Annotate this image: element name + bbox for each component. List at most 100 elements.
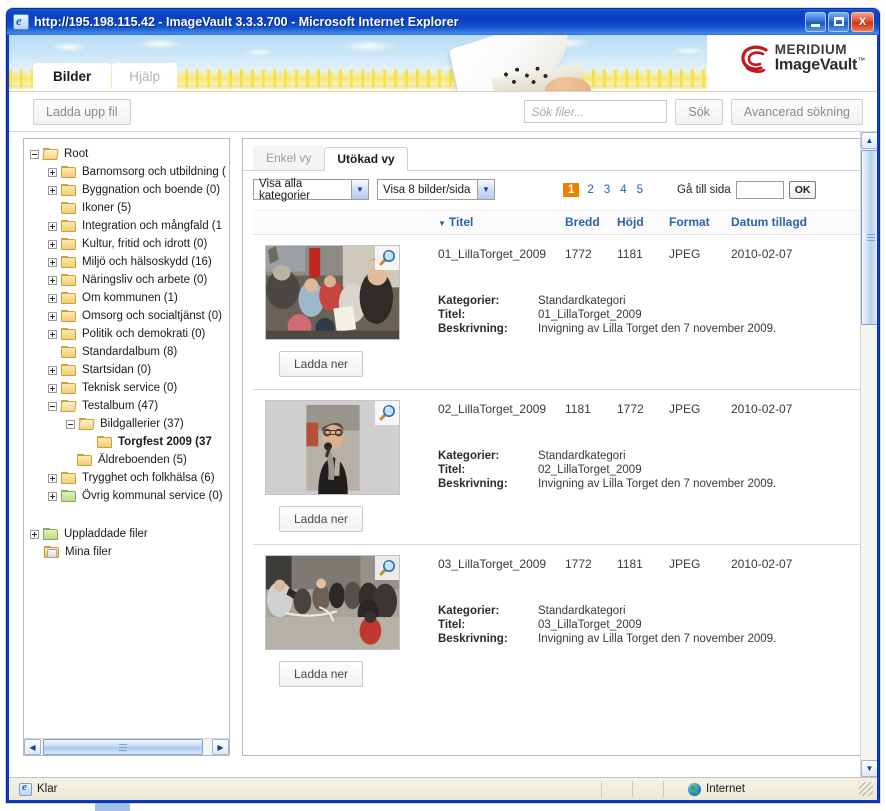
- tree-node-torgfest-2009[interactable]: Torgfest 2009 (37: [30, 433, 229, 451]
- tree-node-startsidan[interactable]: Startsidan (0): [30, 361, 229, 379]
- folder-icon: [61, 201, 77, 215]
- folder-open-icon: [60, 399, 77, 413]
- maximize-button[interactable]: [828, 12, 849, 32]
- tree-node-ovrig-kommunal[interactable]: Övrig kommunal service (0): [30, 487, 229, 505]
- magnifier-icon[interactable]: [375, 246, 399, 270]
- tree-node-om-kommunen[interactable]: Om kommunen (1): [30, 289, 229, 307]
- image-thumbnail[interactable]: [265, 400, 400, 495]
- image-thumbnail[interactable]: [265, 245, 400, 340]
- column-titel[interactable]: ▼ Titel: [438, 215, 565, 229]
- tree-node-label: Trygghet och folkhälsa (6): [82, 472, 215, 484]
- expand-icon[interactable]: [30, 529, 39, 539]
- tree-node-miljo[interactable]: Miljö och hälsoskydd (16): [30, 253, 229, 271]
- chevron-down-icon[interactable]: ▼: [351, 180, 368, 199]
- expand-icon[interactable]: [48, 275, 57, 285]
- tree-node-integration[interactable]: Integration och mångfald (1: [30, 217, 229, 235]
- swirl-icon: [741, 45, 768, 74]
- download-button[interactable]: Ladda ner: [279, 351, 364, 377]
- advanced-search-button[interactable]: Avancerad sökning: [730, 98, 863, 125]
- thumbnail-cell: Ladda ner: [253, 400, 438, 532]
- tree-node-mina-filer[interactable]: Mina filer: [30, 543, 229, 561]
- tree-node-bildgallerier[interactable]: Bildgallerier (37): [30, 415, 229, 433]
- tree-node-byggnation[interactable]: Byggnation och boende (0): [30, 181, 229, 199]
- expand-icon[interactable]: [48, 167, 57, 177]
- upload-file-button[interactable]: Ladda upp fil: [33, 98, 131, 125]
- scroll-up-icon[interactable]: ▲: [861, 132, 877, 149]
- cell-bredd: 1772: [565, 247, 592, 261]
- minimize-button[interactable]: [805, 12, 826, 32]
- expand-icon[interactable]: [48, 185, 57, 195]
- scroll-down-icon[interactable]: ▼: [861, 760, 877, 777]
- column-datum-tillagd[interactable]: Datum tillagd: [731, 215, 841, 229]
- page-3-link[interactable]: 3: [602, 184, 612, 196]
- security-zone-cell[interactable]: Internet: [682, 781, 857, 798]
- tree-node-testalbum[interactable]: Testalbum (47): [30, 397, 229, 415]
- expand-icon[interactable]: [48, 329, 57, 339]
- tab-hjalp[interactable]: Hjälp: [112, 63, 178, 91]
- scroll-track[interactable]: [41, 739, 212, 755]
- chevron-down-icon[interactable]: ▼: [477, 180, 494, 199]
- collapse-icon[interactable]: [30, 149, 39, 159]
- tree-node-label: Uppladdade filer: [64, 528, 148, 540]
- close-button[interactable]: X: [851, 12, 874, 32]
- magnifier-icon[interactable]: [375, 401, 399, 425]
- scroll-left-icon[interactable]: ◀: [24, 739, 41, 755]
- column-hojd[interactable]: Höjd: [617, 215, 669, 229]
- tree-node-uppladdade-filer[interactable]: Uppladdade filer: [30, 525, 229, 543]
- page-2-link[interactable]: 2: [585, 184, 595, 196]
- collapse-icon[interactable]: [66, 419, 75, 429]
- browser-vertical-scrollbar[interactable]: ▲ ▼: [860, 132, 877, 777]
- magnifier-icon[interactable]: [375, 556, 399, 580]
- page-4-link[interactable]: 4: [618, 184, 628, 196]
- tree-node-omsorg[interactable]: Omsorg och socialtjänst (0): [30, 307, 229, 325]
- search-button[interactable]: Sök: [675, 98, 723, 125]
- expand-icon[interactable]: [48, 257, 57, 267]
- tree-node-teknisk-service[interactable]: Teknisk service (0): [30, 379, 229, 397]
- tree-node-trygghet[interactable]: Trygghet och folkhälsa (6): [30, 469, 229, 487]
- browser-window: http://195.198.115.42 - ImageVault 3.3.3…: [6, 8, 880, 803]
- tree-node-ikoner[interactable]: Ikoner (5): [30, 199, 229, 217]
- image-thumbnail[interactable]: [265, 555, 400, 650]
- scroll-thumb[interactable]: [861, 150, 877, 325]
- tree-horizontal-scrollbar[interactable]: ◀ ▶: [24, 738, 229, 755]
- expand-icon[interactable]: [48, 365, 57, 375]
- expand-icon[interactable]: [48, 383, 57, 393]
- per-page-select[interactable]: Visa 8 bilder/sida ▼: [377, 179, 495, 200]
- expand-icon[interactable]: [48, 221, 57, 231]
- download-button[interactable]: Ladda ner: [279, 661, 364, 687]
- download-button[interactable]: Ladda ner: [279, 506, 364, 532]
- tree-node-kultur[interactable]: Kultur, fritid och idrott (0): [30, 235, 229, 253]
- expand-icon[interactable]: [48, 293, 57, 303]
- search-input[interactable]: [524, 100, 668, 123]
- tree-node-politik[interactable]: Politik och demokrati (0): [30, 325, 229, 343]
- app-toolbar: Ladda upp fil Sök Avancerad sökning: [9, 92, 877, 132]
- folder-open-icon: [78, 417, 95, 431]
- expand-icon[interactable]: [48, 491, 57, 501]
- goto-page-input[interactable]: [735, 180, 784, 199]
- tree-node-standardalbum[interactable]: Standardalbum (8): [30, 343, 229, 361]
- category-filter-select[interactable]: Visa alla kategorier ▼: [253, 178, 369, 202]
- tree-node-naringsliv[interactable]: Näringsliv och arbete (0): [30, 271, 229, 289]
- goto-ok-button[interactable]: OK: [788, 180, 817, 199]
- expand-icon[interactable]: [48, 239, 57, 249]
- tree-node-aldreboenden[interactable]: Äldreboenden (5): [30, 451, 229, 469]
- expand-icon[interactable]: [48, 473, 57, 483]
- scroll-right-icon[interactable]: ▶: [212, 739, 229, 755]
- page-1-link[interactable]: 1: [563, 182, 580, 197]
- tree-node-barnomsorg[interactable]: Barnomsorg och utbildning (: [30, 163, 229, 181]
- column-bredd[interactable]: Bredd: [565, 215, 617, 229]
- page-5-link[interactable]: 5: [635, 184, 645, 196]
- window-resize-grip[interactable]: [859, 782, 873, 796]
- row-details: Kategorier: Standardkategori Titel: 02_L…: [438, 450, 877, 490]
- tab-bilder[interactable]: Bilder: [33, 63, 112, 91]
- tab-enkel-vy[interactable]: Enkel vy: [253, 146, 325, 170]
- scroll-thumb[interactable]: [43, 739, 203, 755]
- main-tab-bar: Bilder Hjälp: [33, 63, 178, 91]
- collapse-icon[interactable]: [48, 401, 57, 411]
- tree-node-root[interactable]: Root: [30, 145, 229, 163]
- column-format[interactable]: Format: [669, 215, 731, 229]
- tab-utokad-vy[interactable]: Utökad vy: [324, 147, 408, 171]
- table-row: Ladda ner 01_LillaTorget_2009 1772 1181 …: [253, 235, 877, 390]
- expand-icon[interactable]: [48, 311, 57, 321]
